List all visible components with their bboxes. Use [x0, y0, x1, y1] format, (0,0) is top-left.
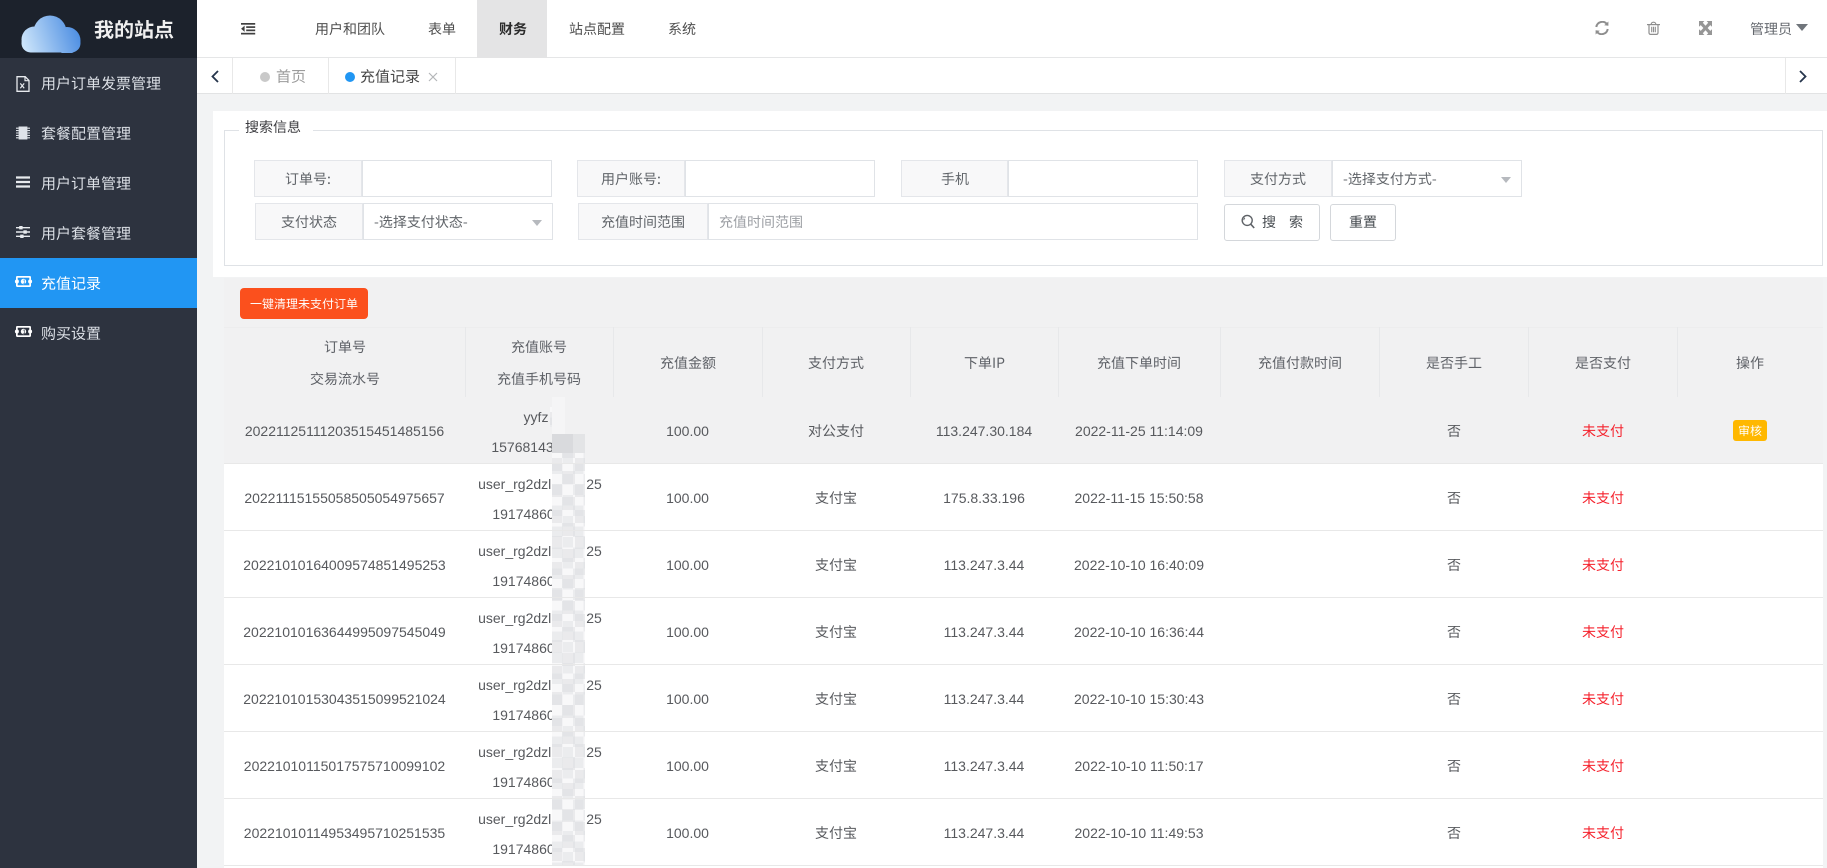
- svg-text:1: 1: [22, 279, 26, 286]
- svg-text:1: 1: [22, 329, 26, 336]
